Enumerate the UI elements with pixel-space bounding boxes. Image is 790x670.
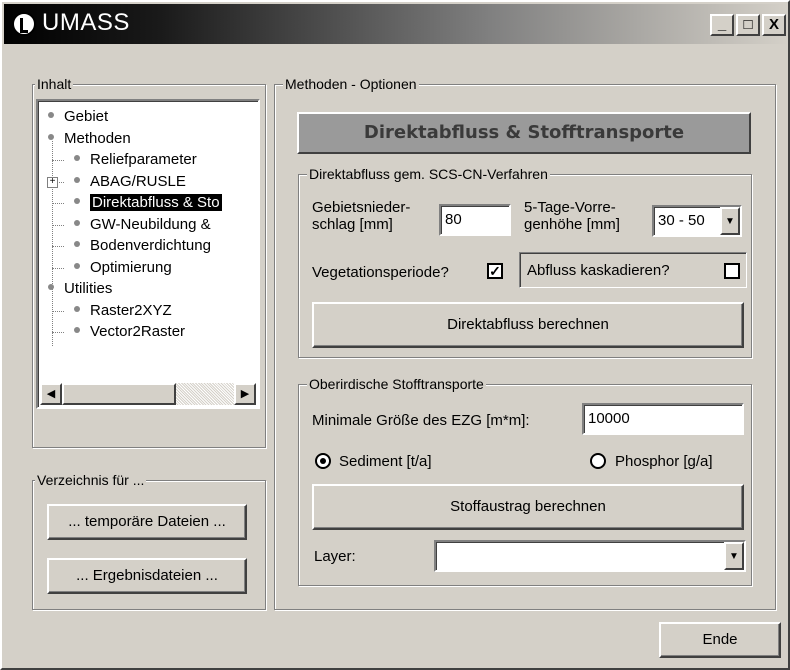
tree-node-icon <box>74 241 80 248</box>
tree-item-label: Methoden <box>64 129 131 147</box>
niederschlag-label-2: schlag [mm] <box>312 216 393 233</box>
niederschlag-input[interactable]: 80 <box>439 204 511 236</box>
app-logo-icon <box>12 12 36 36</box>
vorregen-label-2: genhöhe [mm] <box>524 216 620 233</box>
vorregen-select-value: 30 - 50 <box>658 212 705 229</box>
tree-item-label: Optimierung <box>90 258 172 276</box>
method-header: Direktabfluss & Stofftransporte <box>297 112 751 154</box>
chevron-down-icon[interactable]: ▼ <box>724 542 744 570</box>
tree-node-icon <box>74 176 80 183</box>
tree-item-label: Raster2XYZ <box>90 301 172 319</box>
window-title: UMASS <box>42 9 130 36</box>
vorregen-label-1: 5-Tage-Vorre- <box>524 199 616 216</box>
chevron-down-icon[interactable]: ▼ <box>720 207 740 235</box>
tree-node-icon <box>74 219 80 226</box>
tree-item[interactable]: Gebiet <box>48 107 108 127</box>
tree-node-icon <box>48 133 54 140</box>
temp-files-button[interactable]: ... temporäre Dateien ... <box>47 504 247 540</box>
minimize-button[interactable]: _ <box>710 14 734 36</box>
expand-icon[interactable]: + <box>47 176 58 188</box>
tree-item-label: ABAG/RUSLE <box>90 172 186 190</box>
tree-item[interactable]: ABAG/RUSLE <box>74 172 186 192</box>
tree-item[interactable]: Bodenverdichtung <box>74 236 211 256</box>
tree-node-icon <box>74 198 80 205</box>
tree-item-label: Vector2Raster <box>90 323 186 340</box>
tree-item-label: Utilities <box>64 280 113 297</box>
maximize-button[interactable]: □ <box>736 14 760 36</box>
tree-node-icon <box>48 112 54 119</box>
tree-item[interactable]: Direktabfluss & Sto <box>74 193 222 213</box>
tree-item-label: GW-Neubildung & <box>90 215 211 233</box>
stofftransporte-label: Oberirdische Stofftransporte <box>307 375 486 393</box>
tree-node-icon <box>74 305 80 312</box>
tree-horizontal-scrollbar[interactable]: ◀ ▶ <box>40 383 256 405</box>
tree-item[interactable]: Reliefparameter <box>74 150 197 170</box>
tree-item[interactable]: GW-Neubildung & <box>74 215 211 235</box>
ezg-input[interactable]: 10000 <box>582 403 744 435</box>
inhalt-label: Inhalt <box>35 75 74 93</box>
kaskade-label: Abfluss kaskadieren? <box>527 262 670 279</box>
tree-node-icon <box>48 284 54 291</box>
kaskade-checkbox[interactable] <box>724 263 740 279</box>
sediment-radio[interactable] <box>315 453 331 469</box>
ende-button[interactable]: Ende <box>659 622 781 658</box>
methoden-label: Methoden - Optionen <box>283 75 419 93</box>
tree-item-label: Bodenverdichtung <box>90 237 211 254</box>
title-bar[interactable]: UMASS _ □ X <box>4 4 788 44</box>
vorregen-select[interactable]: 30 - 50 ▼ <box>652 205 742 237</box>
layer-label: Layer: <box>314 548 356 565</box>
tree-item[interactable]: Utilities <box>48 279 112 299</box>
content-tree[interactable]: Gebiet Methoden Reliefparameter ABAG/RUSLE +… <box>36 99 260 409</box>
tree-node-icon <box>74 155 80 162</box>
tree-item-label: Reliefparameter <box>90 151 197 168</box>
tree-node-icon <box>74 262 80 269</box>
direktabfluss-berechnen-button[interactable]: Direktabfluss berechnen <box>312 302 744 348</box>
layer-select[interactable]: ▼ <box>434 540 746 572</box>
ezg-label: Minimale Größe des EZG [m*m]: <box>312 412 530 429</box>
tree-item[interactable]: Methoden <box>48 129 131 149</box>
direktabfluss-label: Direktabfluss gem. SCS-CN-Verfahren <box>307 165 550 183</box>
tree-item-label: Gebiet <box>64 108 109 125</box>
niederschlag-label-1: Gebietsnieder- <box>312 199 411 216</box>
sediment-label: Sediment [t/a] <box>339 453 432 470</box>
stoffaustrag-berechnen-button[interactable]: Stoffaustrag berechnen <box>312 484 744 530</box>
tree-item[interactable]: Vector2Raster <box>74 322 185 342</box>
verzeichnis-label: Verzeichnis für ... <box>35 471 147 489</box>
vegetation-checkbox[interactable]: ✓ <box>487 263 503 279</box>
vegetation-label: Vegetationsperiode? <box>312 264 449 281</box>
scroll-right-icon[interactable]: ▶ <box>234 383 256 405</box>
scroll-thumb[interactable] <box>62 383 176 405</box>
result-files-button[interactable]: ... Ergebnisdateien ... <box>47 558 247 594</box>
main-window: UMASS _ □ X Inhalt Gebiet Methoden Reliefp… <box>0 0 790 670</box>
close-button[interactable]: X <box>762 14 786 36</box>
scroll-left-icon[interactable]: ◀ <box>40 383 62 405</box>
phosphor-radio[interactable] <box>590 453 606 469</box>
tree-item[interactable]: Optimierung <box>74 258 172 278</box>
tree-node-icon <box>74 327 80 334</box>
tree-item[interactable]: Raster2XYZ <box>74 301 172 321</box>
phosphor-label: Phosphor [g/a] <box>615 453 713 470</box>
tree-item-label: Direktabfluss & Sto <box>90 194 222 211</box>
